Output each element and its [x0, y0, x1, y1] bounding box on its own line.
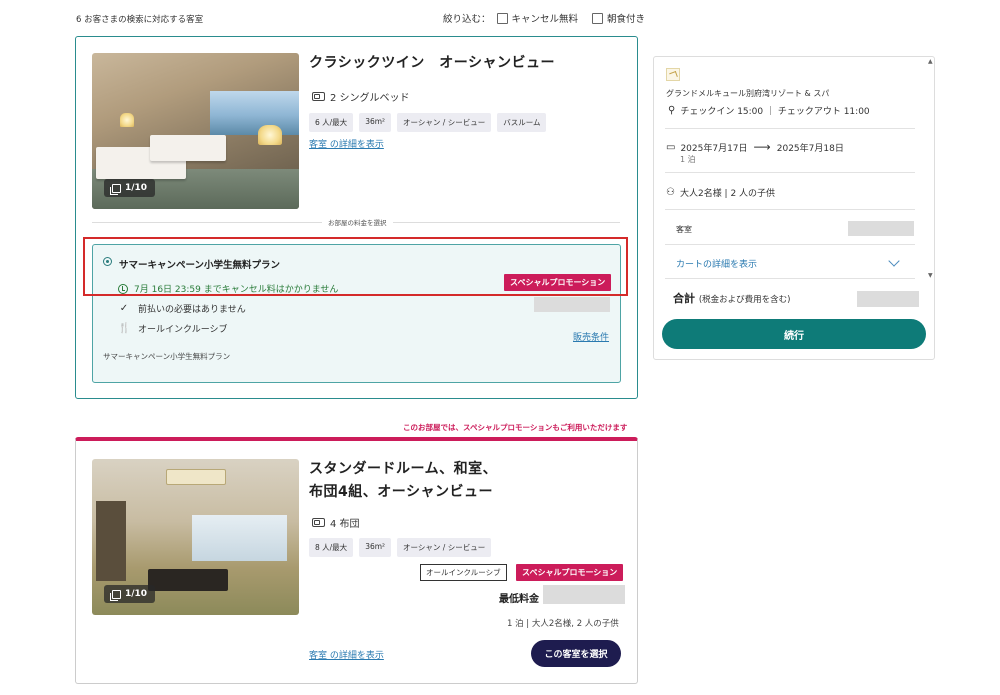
gallery-icon [110, 183, 121, 195]
room1-bed-info: 2 シングルベッド [312, 89, 410, 104]
calendar-icon: ▭ [666, 141, 676, 153]
tag-bathroom: バスルーム [497, 113, 547, 132]
result-count: 6 お客さまの検索に対応する客室 [76, 15, 204, 25]
free-cancel-checkbox[interactable] [496, 12, 508, 24]
guest-summary: ⚇ 大人2名様 | 2 人の子供 [666, 187, 776, 199]
plan-radio[interactable] [103, 257, 112, 266]
room1-promo-badge: スペシャルプロモーション [504, 274, 612, 291]
tag-capacity: 8 人/最大 [309, 538, 354, 557]
person-icon: ⚇ [666, 187, 675, 198]
sb-divider-5 [665, 278, 915, 279]
room2-photo[interactable]: 1/10 [92, 459, 299, 615]
tag-view: オーシャン / シービュー [397, 538, 492, 557]
hotel-name: グランドメルキュール別府湾リゾート & スパ [666, 89, 830, 98]
cart-details-link[interactable]: カートの詳細を表示 [676, 257, 757, 270]
scroll-up-icon[interactable]: ▲ [928, 58, 933, 65]
gallery-icon [110, 589, 121, 601]
tag-capacity: 6 人/最大 [309, 113, 354, 132]
room1-photo-counter[interactable]: 1/10 [104, 179, 156, 197]
filter-bar: 絞り込む： キャンセル無料 朝食付き [443, 11, 653, 25]
room-label: 客室 [676, 225, 692, 234]
prepay-line: ✓ 前払いの必要はありません [119, 303, 246, 315]
room2-price-placeholder [543, 585, 625, 604]
hotel-logo-icon [666, 68, 680, 81]
check-icon: ✓ [119, 303, 129, 314]
nights: 1 泊 [680, 155, 696, 164]
sb-divider-3 [665, 209, 915, 210]
cutlery-icon: 🍴 [118, 323, 131, 334]
meal-line: 🍴 オールインクルーシブ [118, 323, 228, 335]
total-price-placeholder [857, 291, 919, 307]
arrow-right-icon: ⟶ [753, 140, 771, 154]
select-room-button[interactable]: この客室を選択 [531, 640, 621, 667]
tag-size: 36m² [359, 113, 392, 132]
room1-tags: 6 人/最大 36m² オーシャン / シービュー バスルーム [309, 113, 547, 132]
stay-dates: ▭ 2025年7月17日 ⟶ 2025年7月18日 [666, 140, 844, 154]
bed-icon [312, 92, 325, 101]
filter-free-cancel[interactable]: キャンセル無料 [491, 11, 579, 25]
checkin-checkout: ⚲ チェックイン 15:00 ｜ チェックアウト 11:00 [668, 105, 870, 117]
room2-details-link[interactable]: 客室 の詳細を表示 [309, 648, 384, 661]
sb-divider-4 [665, 244, 915, 245]
room2-photo-counter[interactable]: 1/10 [104, 585, 156, 603]
room2-promo-banner: このお部屋では、スペシャルプロモーションもご利用いただけます [403, 423, 628, 432]
room1-photo[interactable]: 1/10 [92, 53, 299, 209]
key-icon: ⚲ [668, 105, 676, 116]
continue-button[interactable]: 続行 [662, 319, 926, 349]
room1-title: クラシックツイン オーシャンビュー [309, 55, 555, 71]
rate-divider-label: お部屋の料金を選択 [322, 217, 393, 227]
breakfast-checkbox[interactable] [592, 12, 604, 24]
room2-meal-tag: オールインクルーシブ [420, 564, 507, 581]
room2-tags: 8 人/最大 36m² オーシャン / シービュー [309, 538, 492, 557]
breakfast-label: 朝食付き [607, 14, 646, 25]
clock-icon [118, 283, 128, 294]
room2-bed-info: 4 布団 [312, 515, 360, 530]
room2-title: スタンダードルーム、和室、 布団4組、オーシャンビュー [309, 461, 498, 500]
sb-divider-2 [665, 172, 915, 173]
room2-min-price-label: 最低料金 [499, 594, 539, 605]
room2-promo-badge: スペシャルプロモーション [516, 564, 624, 581]
tag-size: 36m² [359, 538, 392, 557]
sb-divider-1 [665, 128, 915, 129]
cancellation-policy: 7月 16日 23:59 までキャンセル料はかかりません [118, 282, 338, 295]
total-label: 合計 (税金および費用を含む) [673, 292, 791, 305]
plan-name: サマーキャンペーン小学生無料プラン [119, 260, 281, 271]
sales-terms-link[interactable]: 販売条件 [573, 330, 609, 343]
free-cancel-label: キャンセル無料 [511, 14, 579, 25]
scroll-down-icon[interactable]: ▼ [928, 272, 933, 279]
booking-summary-panel [653, 56, 935, 360]
futon-icon [312, 518, 325, 527]
room1-details-link[interactable]: 客室 の詳細を表示 [309, 137, 384, 150]
tag-view: オーシャン / シービュー [397, 113, 492, 132]
room-price-placeholder [848, 221, 914, 236]
filter-breakfast[interactable]: 朝食付き [586, 11, 645, 25]
filter-label: 絞り込む： [443, 14, 491, 25]
plan-price-placeholder [534, 297, 610, 312]
room2-stay-summary: 1 泊 | 大人2名様, 2 人の子供 [507, 619, 619, 629]
plan-description: サマーキャンペーン小学生無料プラン [103, 352, 231, 361]
